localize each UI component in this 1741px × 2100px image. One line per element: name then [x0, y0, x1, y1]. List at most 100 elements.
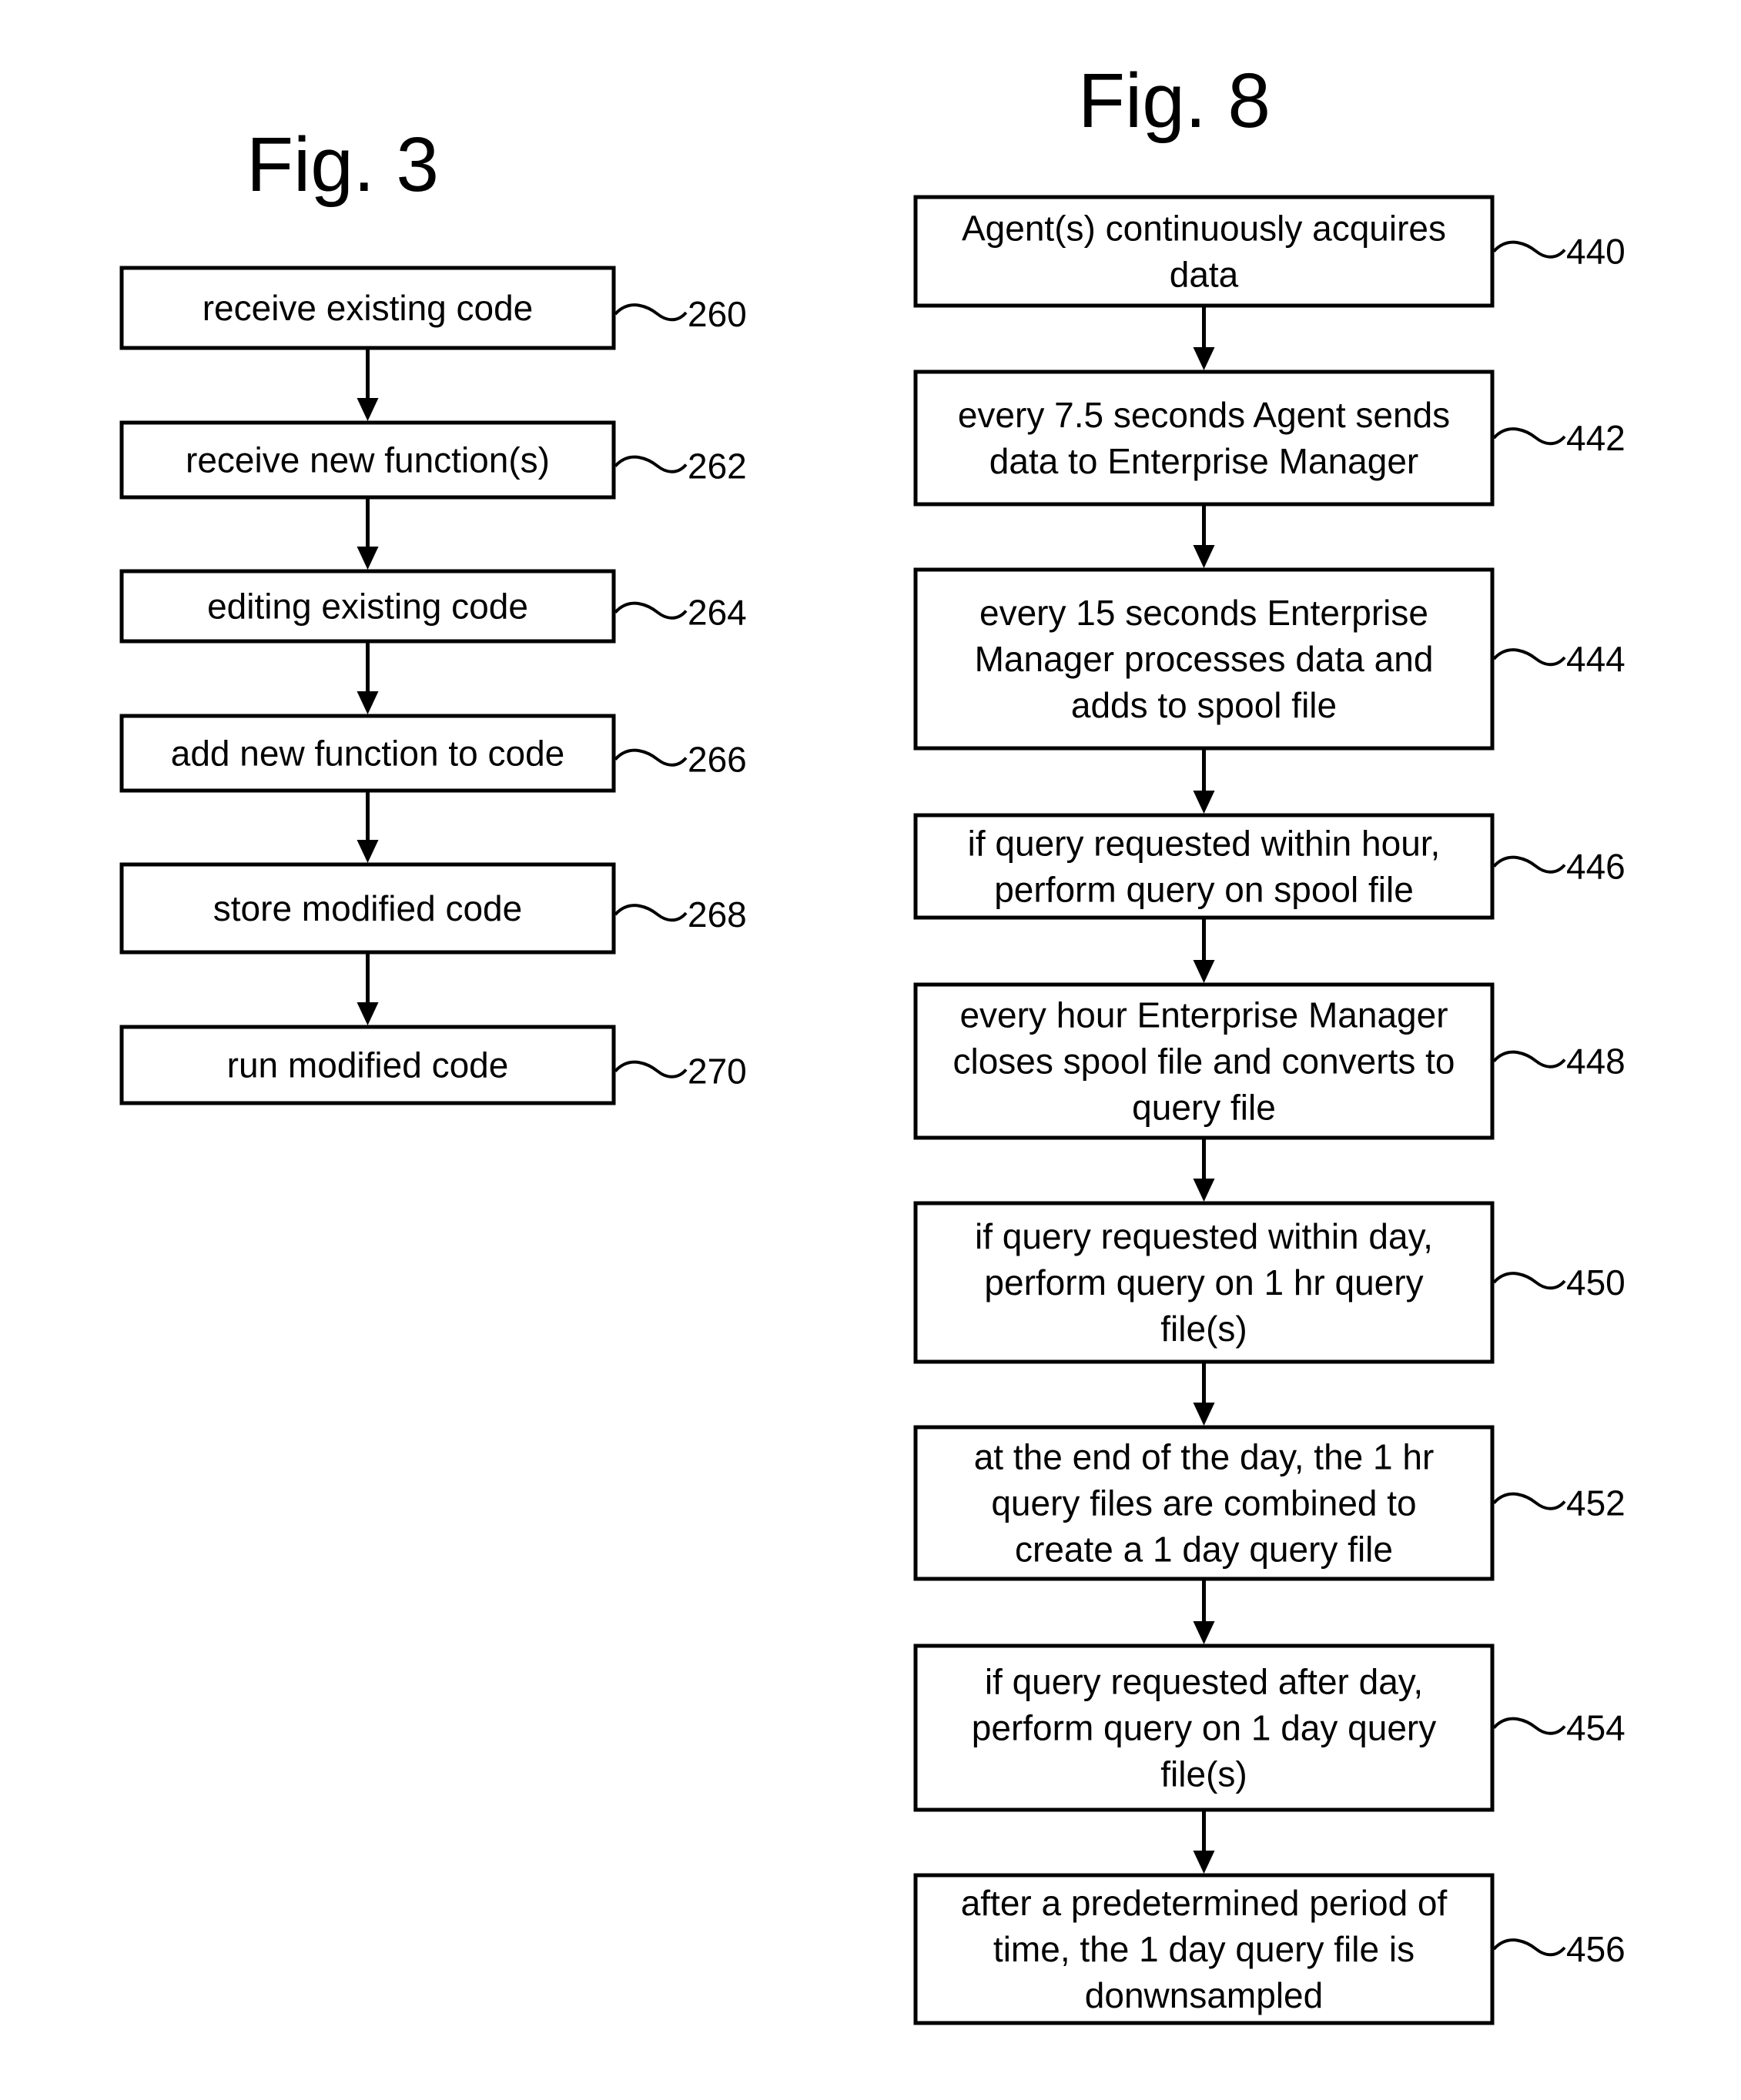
leader-line-icon — [1492, 240, 1566, 259]
flow-step-450: if query requested within day, perform qu… — [913, 1201, 1625, 1364]
arrow-down-icon — [357, 1002, 379, 1025]
leader-line-icon — [614, 904, 688, 922]
step-label-line: file(s) — [1160, 1309, 1247, 1349]
step-label-line: closes spool file and converts to — [953, 1042, 1455, 1082]
flow-step-446: if query requested within hour, perform q… — [913, 813, 1625, 920]
flow-step-264: editing existing code 264 — [119, 569, 747, 644]
leader-line-icon — [614, 303, 688, 322]
arrow-down-icon — [1193, 347, 1215, 370]
reference-numeral: 264 — [688, 593, 747, 633]
step-label-line: store modified code — [213, 888, 522, 928]
reference-numeral: 452 — [1566, 1483, 1625, 1523]
step-label-line: perform query on 1 day query — [972, 1708, 1436, 1748]
step-label-line: create a 1 day query file — [1015, 1530, 1393, 1570]
patent-drawing-sheet: Fig. 3 receive existing code 260 receive n… — [119, 58, 1625, 2025]
arrow-down-icon — [357, 840, 379, 863]
flow-arrow — [357, 791, 379, 863]
step-label-line: data — [1170, 255, 1239, 295]
step-label-line: run modified code — [227, 1045, 509, 1085]
leader-line-icon — [614, 455, 688, 473]
leader-line-icon — [614, 1060, 688, 1078]
arrow-down-icon — [1193, 1403, 1215, 1426]
flow-arrow — [1193, 306, 1215, 370]
flow-step-266: add new function to code 266 — [119, 714, 747, 793]
step-label-line: query file — [1132, 1088, 1276, 1128]
reference-numeral: 260 — [688, 294, 747, 334]
flow-arrow — [1193, 918, 1215, 983]
reference-numeral: 270 — [688, 1052, 747, 1092]
step-label-line: add new function to code — [171, 734, 564, 774]
leader-line-icon — [614, 748, 688, 767]
step-label-line: every 15 seconds Enterprise — [979, 593, 1428, 633]
arrow-down-icon — [357, 547, 379, 570]
step-label-line: query files are combined to — [991, 1483, 1416, 1523]
step-label-line: data to Enterprise Manager — [989, 441, 1418, 481]
flow-arrow — [357, 497, 379, 570]
arrow-down-icon — [1193, 1179, 1215, 1202]
step-label-line: adds to spool file — [1071, 685, 1337, 725]
step-label-line: editing existing code — [207, 587, 528, 627]
step-label-line: receive existing code — [203, 288, 534, 328]
flow-arrow — [1193, 1810, 1215, 1874]
step-label-line: receive new function(s) — [186, 440, 550, 480]
flow-step-260: receive existing code 260 — [119, 266, 747, 350]
reference-numeral: 268 — [688, 895, 747, 935]
step-label-line: Manager processes data and — [975, 639, 1434, 679]
reference-numeral: 456 — [1566, 1929, 1625, 1969]
step-label-line: if query requested within hour, — [968, 824, 1441, 864]
reference-numeral: 442 — [1566, 418, 1625, 458]
leader-line-icon — [1492, 427, 1566, 446]
flow-step-452: at the end of the day, the 1 hr query fil… — [913, 1425, 1625, 1581]
reference-numeral: 266 — [688, 740, 747, 780]
leader-line-icon — [1492, 1938, 1566, 1957]
reference-numeral: 444 — [1566, 639, 1625, 679]
step-label-line: perform query on 1 hr query — [984, 1262, 1423, 1302]
reference-numeral: 262 — [688, 446, 747, 487]
reference-numeral: 450 — [1566, 1262, 1625, 1302]
flow-step-262: receive new function(s) 262 — [119, 420, 747, 500]
step-label-line: every 7.5 seconds Agent sends — [958, 395, 1450, 435]
flow-arrow — [1193, 1362, 1215, 1426]
step-label-line: if query requested within day, — [975, 1216, 1433, 1256]
flow-arrow — [1193, 1579, 1215, 1644]
flow-arrow — [1193, 504, 1215, 568]
step-label-line: after a predetermined period of — [961, 1883, 1448, 1923]
figure-8-title: Fig. 8 — [1078, 58, 1271, 144]
reference-numeral: 448 — [1566, 1042, 1625, 1082]
leader-line-icon — [1492, 1492, 1566, 1510]
step-label-line: perform query on spool file — [994, 870, 1414, 910]
arrow-down-icon — [1193, 545, 1215, 568]
leader-line-icon — [614, 601, 688, 620]
arrow-down-icon — [1193, 960, 1215, 983]
step-label-line: file(s) — [1160, 1754, 1247, 1794]
leader-line-icon — [1492, 855, 1566, 874]
flow-step-268: store modified code 268 — [119, 862, 747, 955]
leader-line-icon — [1492, 1717, 1566, 1735]
step-label-line: every hour Enterprise Manager — [959, 995, 1448, 1035]
flow-step-444: every 15 seconds Enterprise Manager proce… — [913, 567, 1625, 751]
reference-numeral: 440 — [1566, 232, 1625, 272]
leader-line-icon — [1492, 1272, 1566, 1290]
step-label-line: Agent(s) continuously acquires — [962, 209, 1446, 249]
arrow-down-icon — [357, 691, 379, 714]
flow-arrow — [357, 952, 379, 1025]
flow-arrow — [357, 348, 379, 421]
flow-arrow — [1193, 748, 1215, 814]
arrow-down-icon — [1193, 1621, 1215, 1644]
figure-3-title: Fig. 3 — [246, 122, 439, 208]
flow-step-456: after a predetermined period of time, the… — [913, 1873, 1625, 2025]
flow-step-448: every hour Enterprise Manager closes spoo… — [913, 982, 1625, 1140]
flow-step-454: if query requested after day, perform que… — [913, 1644, 1625, 1812]
arrow-down-icon — [357, 398, 379, 421]
flow-step-442: every 7.5 seconds Agent sends data to Ent… — [913, 370, 1625, 507]
reference-numeral: 454 — [1566, 1708, 1625, 1748]
arrow-down-icon — [1193, 1851, 1215, 1874]
figure-8-flowchart: Fig. 8 Agent(s) continuously acquires dat… — [913, 58, 1625, 2025]
leader-line-icon — [1492, 648, 1566, 667]
arrow-down-icon — [1193, 791, 1215, 814]
flow-arrow — [1193, 1138, 1215, 1202]
flow-step-440: Agent(s) continuously acquires data 440 — [913, 195, 1625, 308]
flow-step-270: run modified code 270 — [119, 1025, 747, 1105]
figure-3-flowchart: Fig. 3 receive existing code 260 receive n… — [119, 122, 747, 1105]
step-label-line: if query requested after day, — [985, 1662, 1423, 1702]
